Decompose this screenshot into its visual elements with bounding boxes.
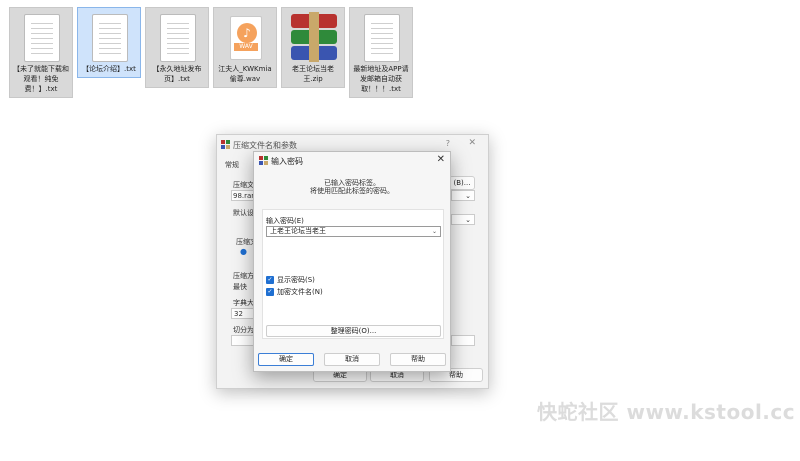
cancel-button[interactable]: 取消 — [324, 353, 380, 366]
show-password-label: 显示密码(S) — [277, 276, 315, 284]
text-file-icon — [364, 14, 400, 62]
split-label: 切分为 — [233, 326, 254, 334]
file-label: 江夫人_KWKmia偷尊.wav — [218, 65, 272, 83]
encrypt-filenames-checkbox[interactable]: ✓ 加密文件名(N) — [266, 287, 323, 297]
window-title: 压缩文件名和参数 — [233, 141, 297, 150]
close-icon[interactable]: ✕ — [468, 138, 476, 148]
encrypt-filenames-label: 加密文件名(N) — [277, 288, 323, 296]
audio-file-icon: ♪ WAV — [230, 16, 262, 60]
method-label: 压缩方 — [233, 272, 254, 280]
dialog-message-line2: 将使用匹配此标签的密码。 — [310, 187, 394, 195]
file-label: 【未了就能下载和观看！纯免费！】.txt — [13, 65, 69, 93]
chevron-down-icon: ⌄ — [465, 216, 471, 224]
tab-general[interactable]: 常规 — [225, 160, 239, 170]
text-file-icon — [24, 14, 60, 62]
help-button[interactable]: 帮助 — [390, 353, 446, 366]
archive-name-field[interactable]: 98.rar — [231, 190, 255, 201]
file-item[interactable]: 【论坛介绍】.txt — [77, 7, 141, 78]
winrar-icon — [259, 156, 268, 165]
password-input[interactable]: 上老王论坛当老王 ⌄ — [266, 226, 441, 237]
split-volume-field[interactable] — [231, 335, 255, 346]
password-label: 输入密码(E) — [266, 217, 304, 225]
file-label: 【论坛介绍】.txt — [82, 65, 136, 73]
file-item[interactable]: ♪ WAV 江夫人_KWKmia偷尊.wav — [213, 7, 277, 88]
text-file-icon — [92, 14, 128, 62]
wav-tag: WAV — [234, 43, 258, 51]
file-label: 【永久地址发布页】.txt — [152, 65, 202, 83]
archive-name-dropdown[interactable]: ⌄ — [451, 190, 475, 201]
default-profile-label: 默认设 — [233, 209, 254, 217]
file-item[interactable]: 【永久地址发布页】.txt — [145, 7, 209, 88]
show-password-checkbox[interactable]: ✓ 显示密码(S) — [266, 275, 315, 285]
browse-button[interactable]: (B)... — [449, 176, 475, 190]
split-volume-dropdown[interactable] — [451, 335, 475, 346]
file-item[interactable]: 最新地址及APP请发邮箱自动获取！！！.txt — [349, 7, 413, 98]
text-file-icon — [160, 14, 196, 62]
checkmark-icon: ✓ — [266, 276, 274, 284]
file-item[interactable]: 老王论坛当老王.zip — [281, 7, 345, 88]
file-label: 老王论坛当老王.zip — [292, 65, 334, 83]
chevron-down-icon[interactable]: ⌄ — [432, 227, 437, 236]
close-icon[interactable]: ✕ — [437, 154, 445, 165]
chevron-down-icon: ⌄ — [465, 192, 471, 200]
archive-name-label: 压缩文 — [233, 181, 254, 189]
method-value[interactable]: 最快 — [233, 282, 247, 292]
dictionary-label: 字典大 — [233, 299, 254, 307]
winrar-archive-icon — [291, 12, 337, 62]
organize-passwords-button[interactable]: 整理密码(O)... — [266, 325, 441, 337]
dictionary-size-field[interactable]: 32 — [231, 308, 255, 319]
file-item[interactable]: 【未了就能下载和观看！纯免费！】.txt — [9, 7, 73, 98]
password-panel: 输入密码(E) 上老王论坛当老王 ⌄ ✓ 显示密码(S) ✓ 加密文件名(N) … — [262, 209, 444, 339]
checkmark-icon: ✓ — [266, 288, 274, 296]
help-icon[interactable]: ? — [446, 139, 450, 148]
file-label: 最新地址及APP请发邮箱自动获取！！！.txt — [353, 65, 409, 93]
winrar-icon — [221, 140, 230, 149]
enter-password-dialog: 输入密码 ✕ 已输入密码标签。 将使用匹配此标签的密码。 输入密码(E) 上老王… — [253, 151, 451, 372]
ok-button[interactable]: 确定 — [258, 353, 314, 366]
profile-dropdown[interactable]: ⌄ — [451, 214, 475, 225]
dialog-title: 输入密码 — [271, 157, 303, 166]
watermark: 快蛇社区 www.kstool.cc — [537, 400, 796, 424]
format-radio[interactable]: ● — [240, 247, 247, 256]
